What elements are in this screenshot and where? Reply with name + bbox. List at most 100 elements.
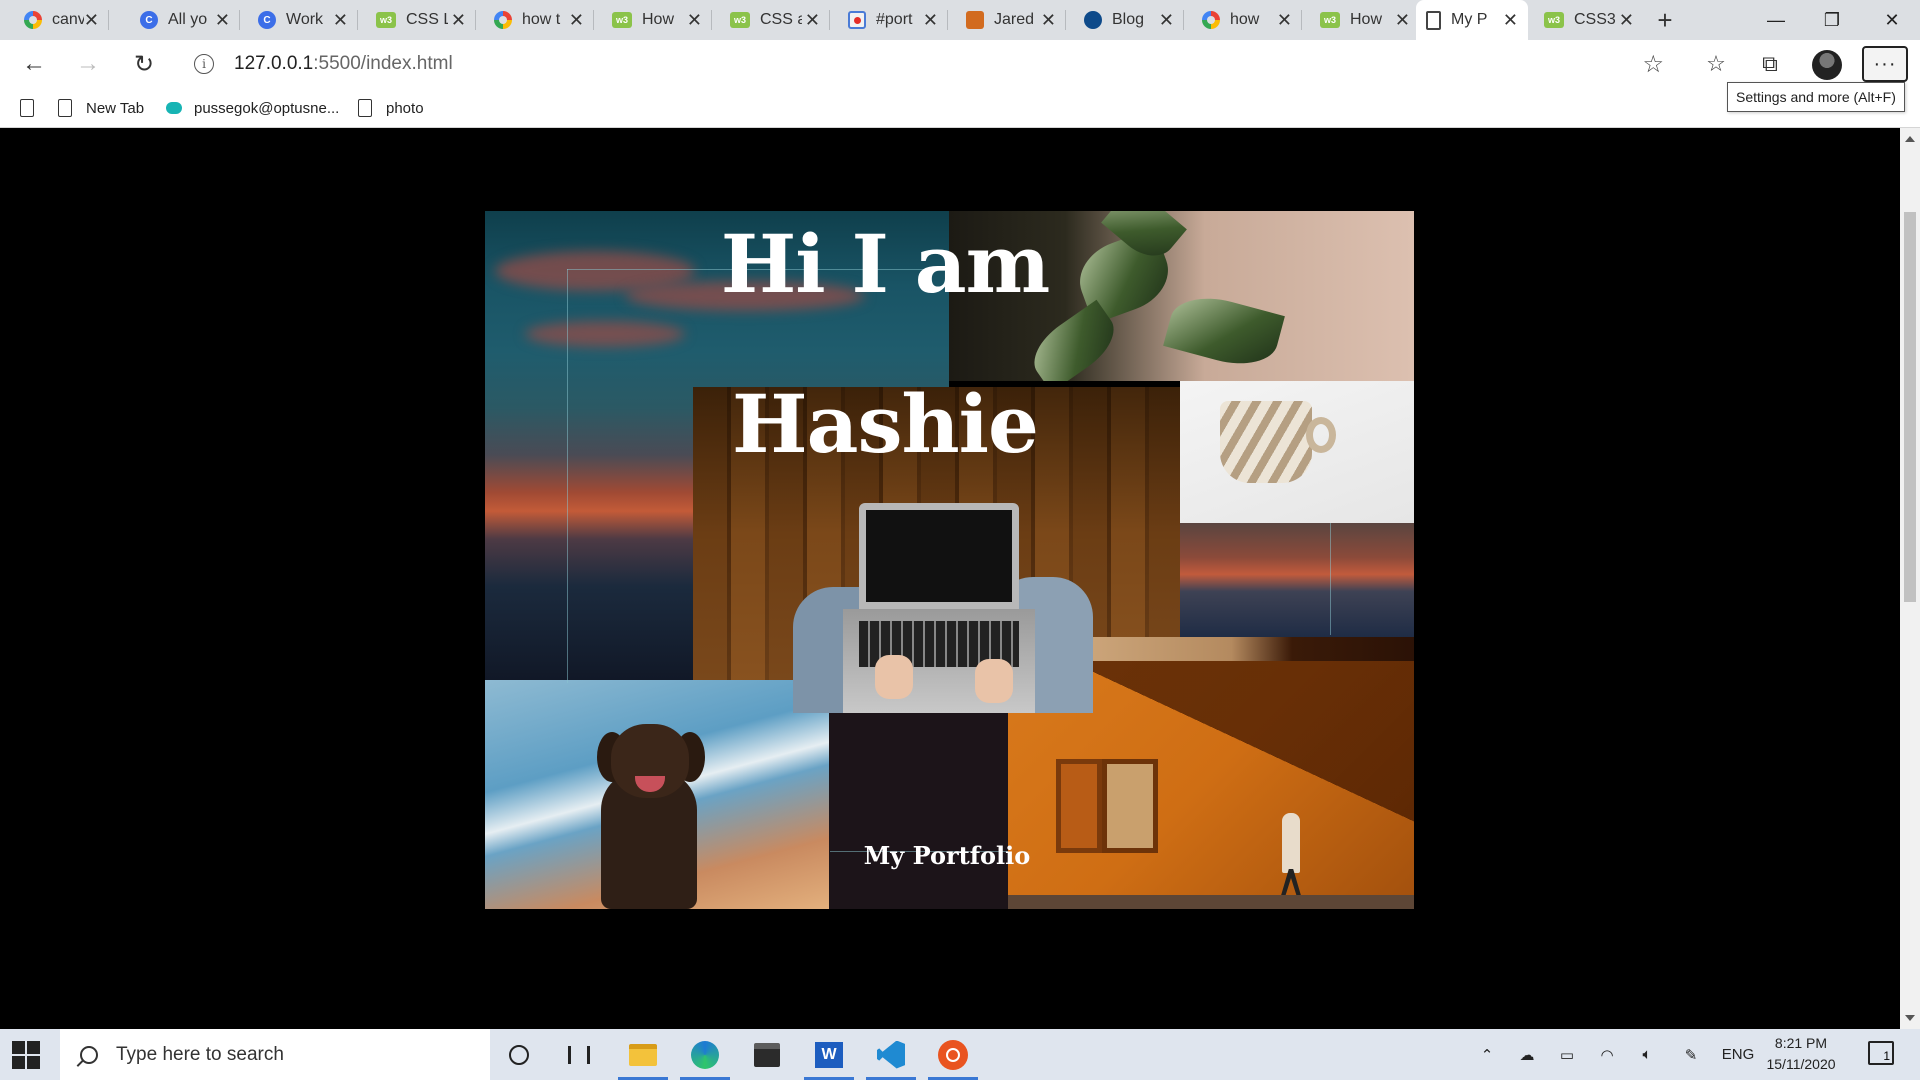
scroll-thumb[interactable] [1904,212,1916,602]
clock-time: 8:21 PM [1774,1035,1828,1051]
task-view-icon[interactable] [554,1029,604,1080]
favorite-email[interactable]: pussegok@optusne... [166,96,339,120]
hero-heading-line1: Hi I am [720,217,1051,311]
tab-title: CSS a [760,11,802,28]
settings-tooltip: Settings and more (Alt+F) [1727,82,1905,112]
tab-3[interactable]: w3 CSS L ✕ [366,0,476,40]
url-path: :5500/index.html [313,53,453,74]
tab-1[interactable]: C All yo ✕ [130,0,240,40]
cloud-icon [166,102,182,114]
close-icon[interactable]: ✕ [687,10,702,31]
tab-12-active[interactable]: My P ✕ [1416,0,1528,40]
page-viewport: Hi I am Hashie My Portfolio [0,128,1900,1029]
tab-9[interactable]: Blog ✕ [1074,0,1184,40]
close-icon[interactable]: ✕ [215,10,230,31]
c-icon: C [258,11,276,29]
tab-title: Blog [1112,11,1145,28]
tab-0[interactable]: canva✕ [14,0,109,40]
w3-icon: w3 [730,12,750,28]
clock[interactable]: 8:21 PM 15/11/2020 [1758,1033,1844,1075]
windows-start-icon[interactable] [12,1041,40,1069]
tab-10[interactable]: how ✕ [1192,0,1302,40]
w3-icon: w3 [612,12,632,28]
close-icon[interactable]: ✕ [451,10,466,31]
new-tab-icon[interactable]: + [1650,6,1680,36]
close-icon[interactable]: ✕ [569,10,584,31]
tab-6[interactable]: w3 CSS a ✕ [720,0,830,40]
coffee-mug-photo [1180,381,1414,523]
frame-line [567,269,568,683]
tab-title: how [1230,11,1260,28]
close-icon[interactable]: ✕ [1503,10,1518,31]
address-bar[interactable]: i 127.0.0.1:5500/index.html ☆ [180,46,1680,82]
tab-4[interactable]: how t ✕ [484,0,594,40]
close-icon[interactable]: ✕ [923,10,938,31]
favorites-bar: New Tab pussegok@optusne... photo [0,88,1920,128]
w3-icon: w3 [1320,12,1340,28]
wifi-icon[interactable]: ◠ [1592,1029,1622,1080]
close-window-icon[interactable]: ✕ [1864,0,1920,40]
favorites-page-icon[interactable] [20,96,48,120]
vscode-icon[interactable] [866,1029,916,1080]
word-icon[interactable]: W [804,1029,854,1080]
tab-2[interactable]: C Work ✕ [248,0,358,40]
tab-title: CSS3 [1574,11,1616,28]
close-icon[interactable]: ✕ [1041,10,1056,31]
jd-icon [966,11,984,29]
tab-5[interactable]: w3 How ✕ [602,0,712,40]
close-icon[interactable]: ✕ [1277,10,1292,31]
show-hidden-icons-icon[interactable]: ⌃ [1474,1029,1500,1080]
refresh-icon[interactable]: ↻ [128,48,160,80]
scroll-up-icon[interactable] [1905,136,1915,142]
favorite-star-icon[interactable]: ☆ [1642,50,1664,79]
tab-title: how t [522,11,561,28]
tab-title: My P [1451,11,1488,28]
restore-icon[interactable]: ❐ [1804,0,1860,40]
taskbar-search-box[interactable]: Type here to search [60,1029,490,1080]
tab-8[interactable]: Jared ✕ [956,0,1066,40]
onedrive-error-icon[interactable]: ☁ [1512,1029,1542,1080]
tab-title: #port [876,11,913,28]
toolbar: ← → ↻ i 127.0.0.1:5500/index.html ☆ ☆ ⧉ [0,40,1920,88]
language-indicator[interactable]: ENG [1718,1029,1758,1080]
ubuntu-icon[interactable] [928,1029,978,1080]
forward-icon[interactable]: → [72,48,104,80]
close-icon[interactable]: ✕ [1395,10,1410,31]
cortana-icon[interactable] [494,1029,544,1080]
close-icon[interactable]: ✕ [1619,10,1634,31]
favorites-list-icon[interactable]: ☆ [1698,48,1734,80]
taskbar: Type here to search W ⌃ ☁ ▭ ◠ 🔈︎ ✎ ENG 8… [0,1029,1920,1080]
close-icon[interactable]: ✕ [805,10,820,31]
pen-icon[interactable]: ✎ [1676,1029,1706,1080]
store-icon[interactable] [742,1029,792,1080]
google-icon [1202,11,1220,29]
collections-icon[interactable]: ⧉ [1752,48,1788,80]
favorite-label: New Tab [86,99,145,117]
favorite-new-tab[interactable]: New Tab [58,96,144,120]
url-text[interactable]: 127.0.0.1:5500/index.html [234,53,453,75]
favorite-label: photo [386,99,424,117]
tab-11[interactable]: w3 How ✕ [1310,0,1420,40]
close-icon[interactable]: ✕ [84,10,99,31]
volume-icon[interactable]: 🔈︎ [1632,1029,1662,1080]
settings-more-button[interactable]: ··· [1862,46,1908,82]
info-icon[interactable]: i [194,54,214,74]
tab-title: All yo [168,11,208,28]
favorite-photo[interactable]: photo [358,96,424,120]
close-icon[interactable]: ✕ [333,10,348,31]
page-scrollbar[interactable] [1900,128,1920,1029]
c-icon: C [140,11,158,29]
tab-title: Work [286,11,324,28]
tab-7[interactable]: #port ✕ [838,0,948,40]
tab-13[interactable]: w3 CSS3 ✕ [1534,0,1644,40]
edge-browser-icon[interactable] [680,1029,730,1080]
minimize-icon[interactable]: — [1748,0,1804,40]
battery-icon[interactable]: ▭ [1552,1029,1582,1080]
dark-panel [829,713,1008,909]
back-icon[interactable]: ← [18,48,50,80]
file-explorer-icon[interactable] [618,1029,668,1080]
close-icon[interactable]: ✕ [1159,10,1174,31]
scroll-down-icon[interactable] [1905,1015,1915,1021]
profile-avatar[interactable] [1812,50,1842,80]
notification-center-icon[interactable]: 1 [1868,1041,1894,1065]
